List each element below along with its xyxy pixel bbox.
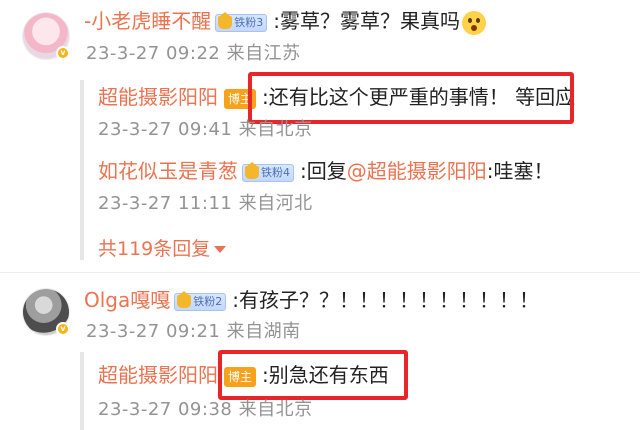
verified-icon: v xyxy=(56,46,70,60)
location: 来自江苏 xyxy=(226,43,301,64)
surprised-face-icon xyxy=(461,10,486,35)
location: 来自河北 xyxy=(238,193,313,214)
highlight-box xyxy=(218,350,408,400)
reply-meta: 23-3-27 11:11 来自河北 xyxy=(98,192,313,216)
comment-text: :有孩子？？！！！！！！！！！！ xyxy=(232,288,539,312)
username[interactable]: 超能摄影阳阳 xyxy=(98,85,218,109)
reply-meta: 23-3-27 09:41 来自北京 xyxy=(98,118,313,142)
mention-link[interactable]: @超能摄影阳阳 xyxy=(347,159,487,183)
location: 来自北京 xyxy=(238,399,313,420)
timestamp: 23-3-27 09:21 xyxy=(86,321,221,342)
location: 来自湖南 xyxy=(226,321,301,342)
crown-icon xyxy=(218,12,233,29)
username[interactable]: -小老虎睡不醒 xyxy=(84,9,211,33)
username[interactable]: 如花似玉是青葱 xyxy=(98,159,238,183)
divider xyxy=(0,272,640,273)
fan-badge-label: 铁粉2 xyxy=(193,294,223,308)
more-replies-link[interactable]: 共119条回复 xyxy=(98,234,227,261)
fan-badge-label: 铁粉4 xyxy=(261,165,290,179)
reply-meta: 23-3-27 09:38 来自北京 xyxy=(98,398,313,422)
chevron-down-icon xyxy=(214,246,227,253)
comment-meta: 23-3-27 09:21 来自湖南 xyxy=(86,320,301,344)
reply-thread-bar xyxy=(80,352,84,430)
comment-meta: 23-3-27 09:22 来自江苏 xyxy=(86,42,301,66)
fan-badge[interactable]: 铁粉4 xyxy=(242,162,294,182)
timestamp: 23-3-27 11:11 xyxy=(98,193,233,214)
verified-icon: v xyxy=(56,322,70,336)
fan-badge[interactable]: 铁粉2 xyxy=(174,291,227,311)
username[interactable]: 超能摄影阳阳 xyxy=(98,363,218,387)
comment-line: -小老虎睡不醒 铁粉3 :雾草？雾草？果真吗 xyxy=(84,8,486,35)
reply-thread-bar xyxy=(80,80,84,260)
reply-text-suffix: :哇塞！ xyxy=(486,159,554,183)
location: 来自北京 xyxy=(238,119,313,140)
reply-text-prefix: :回复 xyxy=(300,159,347,183)
fan-badge-label: 铁粉3 xyxy=(234,15,264,29)
crown-icon xyxy=(245,162,259,179)
fan-badge[interactable]: 铁粉3 xyxy=(215,12,268,32)
timestamp: 23-3-27 09:38 xyxy=(98,399,233,420)
comment-line: Olga嘎嘎 铁粉2 :有孩子？？！！！！！！！！！！ xyxy=(84,287,539,313)
comment-text: :雾草？雾草？果真吗 xyxy=(273,9,460,33)
reply-line: 如花似玉是青葱 铁粉4 :回复@超能摄影阳阳:哇塞！ xyxy=(98,158,554,184)
more-replies-label: 共119条回复 xyxy=(98,238,211,260)
crown-icon xyxy=(177,291,192,308)
username[interactable]: Olga嘎嘎 xyxy=(84,288,170,312)
timestamp: 23-3-27 09:41 xyxy=(98,119,233,140)
highlight-box xyxy=(248,72,574,124)
timestamp: 23-3-27 09:22 xyxy=(86,43,221,64)
